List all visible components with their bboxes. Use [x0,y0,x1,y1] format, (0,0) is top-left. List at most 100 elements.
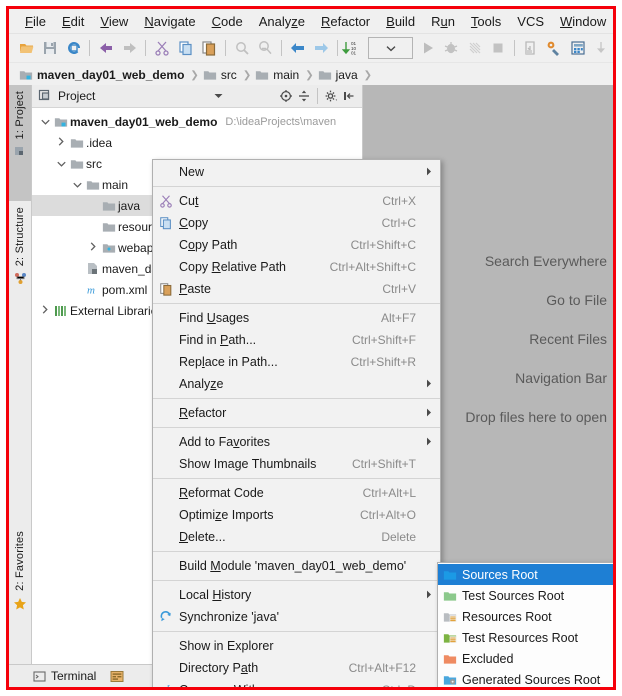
submenu-item-excluded[interactable]: Excluded [438,648,613,669]
folder-icon [255,69,269,81]
bottom-item-label: Terminal [51,669,97,683]
folder-icon [318,69,332,81]
project-icon [14,145,26,160]
find-icon[interactable] [230,36,253,60]
chevron-right-icon[interactable] [86,242,100,253]
find-replace-icon[interactable] [253,36,276,60]
menu-item-find-usages[interactable]: Find Usages Alt+F7 [153,307,440,329]
locate-icon[interactable] [277,87,295,105]
menu-refactor[interactable]: Refactor [313,12,378,31]
module-folder-icon [19,69,33,81]
next-icon[interactable] [590,36,613,60]
menu-item-shortcut: Ctrl+V [382,282,416,296]
sidebar-item-structure[interactable]: 2: Structure [9,201,31,329]
menu-item-delete[interactable]: Delete... Delete [153,526,440,548]
project-structure-icon[interactable] [566,36,589,60]
save-all-icon[interactable] [38,36,61,60]
hide-icon[interactable] [340,87,358,105]
menu-navigate[interactable]: Navigate [136,12,203,31]
menu-vcs[interactable]: VCS [509,12,552,31]
submenu-item-test-sources-root[interactable]: Test Sources Root [438,585,613,606]
breadcrumb-item-maven_day01_web_demo[interactable]: maven_day01_web_demo ❯ [19,63,203,87]
back-icon[interactable] [286,36,309,60]
menu-item-show-image-thumbnails[interactable]: Show Image Thumbnails Ctrl+Shift+T [153,453,440,475]
chevron-right-icon[interactable] [54,137,68,148]
mark-directory-as-submenu[interactable]: Sources Root Test Sources Root Resources R… [437,562,613,687]
menu-item-synchronize-java[interactable]: Synchronize 'java' [153,606,440,628]
submenu-item-test-resources-root[interactable]: Test Resources Root [438,627,613,648]
settings-wrench-icon[interactable] [543,36,566,60]
menu-tools[interactable]: Tools [463,12,509,31]
menu-item-add-to-favorites[interactable]: Add to Favorites [153,431,440,453]
stop-icon[interactable] [487,36,510,60]
forward-icon[interactable] [309,36,332,60]
menu-item-optimize-imports[interactable]: Optimize Imports Ctrl+Alt+O [153,504,440,526]
run-configuration-selector[interactable] [368,37,414,59]
menu-item-paste[interactable]: Paste Ctrl+V [153,278,440,300]
menu-item-show-in-explorer[interactable]: Show in Explorer [153,635,440,657]
menu-run[interactable]: Run [423,12,463,31]
chevron-down-icon[interactable] [38,117,52,127]
sync-icon[interactable] [62,36,85,60]
run-icon[interactable] [416,36,439,60]
menu-file[interactable]: File [17,12,54,31]
menu-build[interactable]: Build [378,12,423,31]
coverage-icon[interactable] [463,36,486,60]
tree-row[interactable]: maven_day01_web_demo D:\ideaProjects\mave… [32,111,362,132]
settings-gear-icon[interactable] [322,87,340,105]
context-menu[interactable]: New Cut Ctrl+X Copy Ctrl+C Copy Path Ctrl+Shif… [152,159,441,687]
menu-code[interactable]: Code [204,12,251,31]
menu-item-shortcut: Delete [381,530,416,544]
terminal-panel-icon[interactable] [110,670,124,683]
breadcrumb-item-src[interactable]: src ❯ [203,63,255,87]
submenu-arrow-icon [422,167,436,178]
menu-view[interactable]: View [92,12,136,31]
menu-item-new[interactable]: New [153,161,440,183]
tree-row[interactable]: .idea [32,132,362,153]
menu-item-directory-path[interactable]: Directory Path Ctrl+Alt+F12 [153,657,440,679]
redo-icon[interactable] [118,36,141,60]
undo-icon[interactable] [94,36,117,60]
submenu-item-resources-root[interactable]: Resources Root [438,606,613,627]
menu-item-copy-relative-path[interactable]: Copy Relative Path Ctrl+Alt+Shift+C [153,256,440,278]
menu-item-copy-path[interactable]: Copy Path Ctrl+Shift+C [153,234,440,256]
menu-analyze[interactable]: Analyze [251,12,313,31]
menu-item-build-module-maven-day01-web-demo[interactable]: Build Module 'maven_day01_web_demo' [153,555,440,577]
copy-icon[interactable] [174,36,197,60]
breadcrumb-item-java[interactable]: java ❯ [318,63,376,87]
submenu-item-label: Test Resources Root [462,630,579,645]
menu-item-compare-with[interactable]: Compare With... Ctrl+D [153,679,440,687]
open-folder-icon[interactable] [15,36,38,60]
cut-icon[interactable] [150,36,173,60]
chevron-right-icon[interactable] [38,305,52,316]
chevron-down-icon[interactable] [54,159,68,169]
submenu-item-sources-root[interactable]: Sources Root [438,564,613,585]
paste-icon[interactable] [197,36,220,60]
breadcrumb-item-main[interactable]: main ❯ [255,63,317,87]
menu-item-analyze[interactable]: Analyze [153,373,440,395]
menu-item-local-history[interactable]: Local History [153,584,440,606]
bottom-item-terminal[interactable]: Terminal [33,669,96,683]
menu-window[interactable]: Window [552,12,613,31]
menu-edit[interactable]: Edit [54,12,92,31]
chevron-down-icon[interactable] [209,87,227,105]
menu-item-label: Copy Relative Path [179,260,287,274]
paste-icon [153,282,179,296]
menu-item-cut[interactable]: Cut Ctrl+X [153,190,440,212]
update-project-icon[interactable] [519,36,542,60]
menu-item-refactor[interactable]: Refactor [153,402,440,424]
chevron-down-icon[interactable] [70,180,84,190]
submenu-item-generated-sources-root[interactable]: Generated Sources Root [438,669,613,687]
menu-item-find-in-path[interactable]: Find in Path... Ctrl+Shift+F [153,329,440,351]
sort-icon[interactable]: 01 10 01 [342,36,365,60]
menu-item-copy[interactable]: Copy Ctrl+C [153,212,440,234]
structure-icon [14,272,27,288]
sidebar-item-favorites[interactable]: 2: Favorites [9,525,31,659]
menu-item-replace-in-path[interactable]: Replace in Path... Ctrl+Shift+R [153,351,440,373]
debug-icon[interactable] [440,36,463,60]
collapse-all-icon[interactable] [295,87,313,105]
screenshot-root: File Edit View Navigate Code Analyze Refactor B… [0,0,622,696]
tree-row-label: External Libraries [70,303,164,318]
menu-item-reformat-code[interactable]: Reformat Code Ctrl+Alt+L [153,482,440,504]
sidebar-item-project[interactable]: 1: Project [9,85,31,201]
